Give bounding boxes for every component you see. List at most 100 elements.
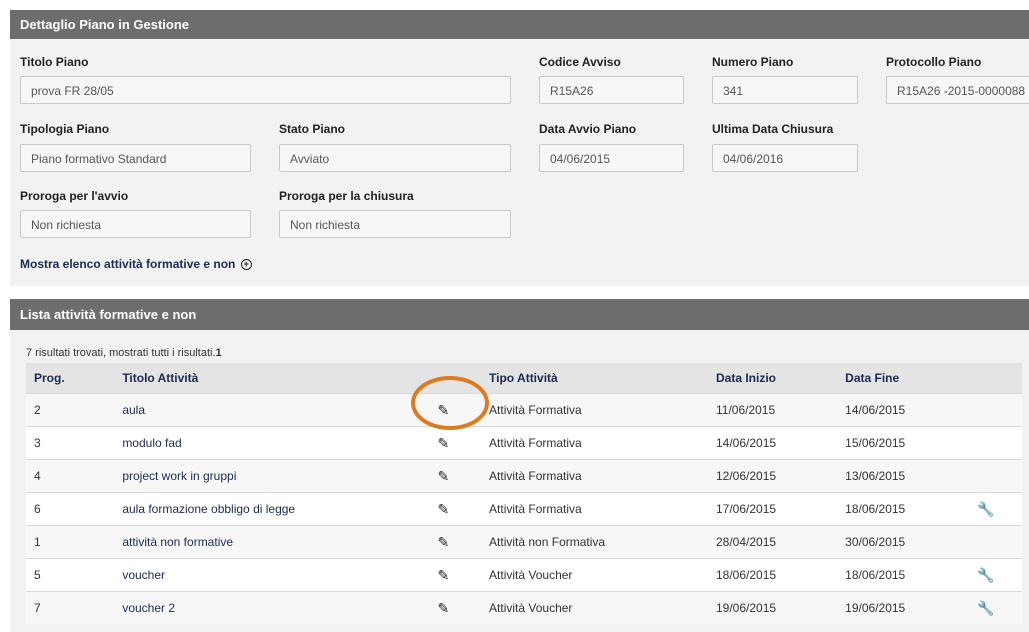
prog-cell: 3 [26, 426, 123, 460]
data-inizio-cell: 17/06/2015 [715, 492, 846, 526]
pencil-icon[interactable]: ✎ [438, 402, 450, 419]
data-avvio-label: Data Avvio Piano [539, 122, 637, 136]
show-activities-link[interactable]: Mostra elenco attività formative e non + [20, 257, 252, 271]
tipo-cell: Attività Formativa [489, 393, 716, 427]
activities-table: Prog. Titolo Attività Tipo Attività Data… [26, 363, 1022, 624]
list-panel-header: Lista attività formative e non [10, 299, 1029, 330]
prog-cell: 6 [26, 492, 123, 526]
col-prog: Prog. [26, 363, 123, 394]
data-fine-cell: 13/06/2015 [845, 459, 980, 493]
prog-cell: 4 [26, 459, 123, 493]
codice-avviso-field[interactable]: R15A26 [539, 76, 684, 104]
table-row: 2 aula ✎ Attività Formativa 11/06/2015 14/06/… [26, 393, 1022, 427]
edit-cell: ✎ [419, 426, 490, 460]
tipo-cell: Attività Voucher [489, 591, 716, 624]
tipo-cell: Attività non Formativa [489, 525, 716, 559]
tipo-cell: Attività Formativa [489, 492, 716, 526]
data-fine-cell: 18/06/2015 [845, 558, 980, 592]
titolo-cell: attività non formative [122, 525, 420, 559]
edit-cell: ✎ [419, 558, 490, 592]
edit-cell: ✎ [419, 591, 490, 624]
proroga-chiusura-label: Proroga per la chiusura [279, 189, 414, 203]
titolo-cell: voucher [122, 558, 420, 592]
prog-cell: 7 [26, 591, 123, 624]
titolo-piano-field[interactable]: prova FR 28/05 [20, 76, 511, 104]
data-avvio-field[interactable]: 04/06/2015 [539, 144, 684, 172]
pencil-icon[interactable]: ✎ [438, 435, 450, 452]
titolo-cell: modulo fad [122, 426, 420, 460]
data-fine-cell: 18/06/2015 [845, 492, 980, 526]
table-row: 5 voucher ✎ Attività Voucher 18/06/2015 18/06… [26, 558, 1022, 592]
titolo-cell: aula [122, 393, 420, 427]
tipo-cell: Attività Formativa [489, 459, 716, 493]
col-edit [419, 363, 490, 394]
prog-cell: 2 [26, 393, 123, 427]
actions-cell [979, 459, 1022, 493]
titolo-cell: project work in gruppi [122, 459, 420, 493]
actions-cell [979, 426, 1022, 460]
data-inizio-cell: 18/06/2015 [715, 558, 846, 592]
pencil-icon[interactable]: ✎ [438, 600, 450, 617]
wrench-icon[interactable]: 🔧 [977, 567, 994, 584]
proroga-avvio-field[interactable]: Non richiesta [20, 210, 251, 238]
col-data-inizio: Data Inizio [715, 363, 846, 394]
actions-cell [979, 393, 1022, 427]
page-number[interactable]: 1 [216, 347, 222, 359]
stato-piano-label: Stato Piano [279, 122, 346, 136]
actions-cell [979, 525, 1022, 559]
numero-piano-field[interactable]: 341 [712, 76, 858, 104]
pencil-icon[interactable]: ✎ [438, 501, 450, 518]
titolo-cell: aula formazione obbligo di legge [122, 492, 420, 526]
protocollo-piano-field[interactable]: R15A26 -2015-0000088 [886, 76, 1029, 104]
circle-plus-icon: + [240, 259, 252, 271]
pencil-icon[interactable]: ✎ [438, 468, 450, 485]
results-count: 7 risultati trovati, mostrati tutti i ri… [26, 347, 222, 359]
proroga-avvio-label: Proroga per l'avvio [20, 189, 129, 203]
col-tipo: Tipo Attività [489, 363, 716, 394]
titolo-piano-label: Titolo Piano [20, 55, 89, 69]
detail-panel-header: Dettaglio Piano in Gestione [10, 10, 1029, 39]
results-text: 7 risultati trovati, mostrati tutti i ri… [26, 347, 216, 359]
codice-avviso-label: Codice Avviso [539, 55, 621, 69]
protocollo-piano-label: Protocollo Piano [886, 55, 982, 69]
tipologia-piano-field[interactable]: Piano formativo Standard [20, 144, 251, 172]
ultima-chiusura-field[interactable]: 04/06/2016 [712, 144, 858, 172]
table-row: 3 modulo fad ✎ Attività Formativa 14/06/2015… [26, 426, 1022, 460]
data-inizio-cell: 28/04/2015 [715, 525, 846, 559]
pencil-icon[interactable]: ✎ [438, 567, 450, 584]
wrench-icon[interactable]: 🔧 [977, 501, 994, 518]
show-activities-label: Mostra elenco attività formative e non [20, 257, 236, 271]
col-data-fine: Data Fine [845, 363, 980, 394]
data-inizio-cell: 12/06/2015 [715, 459, 846, 493]
data-fine-cell: 15/06/2015 [845, 426, 980, 460]
table-header-row: Prog. Titolo Attività Tipo Attività Data… [26, 363, 1022, 394]
numero-piano-label: Numero Piano [712, 55, 794, 69]
data-inizio-cell: 19/06/2015 [715, 591, 846, 624]
ultima-chiusura-label: Ultima Data Chiusura [712, 122, 834, 136]
col-actions [979, 363, 1022, 394]
tipo-cell: Attività Formativa [489, 426, 716, 460]
table-row: 7 voucher 2 ✎ Attività Voucher 19/06/2015 19/… [26, 591, 1022, 624]
data-fine-cell: 14/06/2015 [845, 393, 980, 427]
prog-cell: 1 [26, 525, 123, 559]
data-inizio-cell: 11/06/2015 [715, 393, 846, 427]
tipologia-piano-label: Tipologia Piano [20, 122, 110, 136]
proroga-chiusura-field[interactable]: Non richiesta [279, 210, 511, 238]
data-inizio-cell: 14/06/2015 [715, 426, 846, 460]
actions-cell: 🔧 [977, 492, 1022, 526]
edit-cell: ✎ [419, 393, 490, 427]
tipo-cell: Attività Voucher [489, 558, 716, 592]
edit-cell: ✎ [419, 525, 490, 559]
detail-panel-title: Dettaglio Piano in Gestione [20, 17, 190, 32]
list-panel-title: Lista attività formative e non [20, 307, 197, 322]
prog-cell: 5 [26, 558, 123, 592]
actions-cell: 🔧 [977, 591, 1022, 624]
table-row: 1 attività non formative ✎ Attività non For… [26, 525, 1022, 559]
stato-piano-field[interactable]: Avviato [279, 144, 511, 172]
titolo-cell: voucher 2 [122, 591, 420, 624]
actions-cell: 🔧 [977, 558, 1022, 592]
col-titolo: Titolo Attività [122, 363, 420, 394]
table-row: 4 project work in gruppi ✎ Attività Formati… [26, 459, 1022, 493]
wrench-icon[interactable]: 🔧 [977, 600, 994, 617]
pencil-icon[interactable]: ✎ [438, 534, 450, 551]
